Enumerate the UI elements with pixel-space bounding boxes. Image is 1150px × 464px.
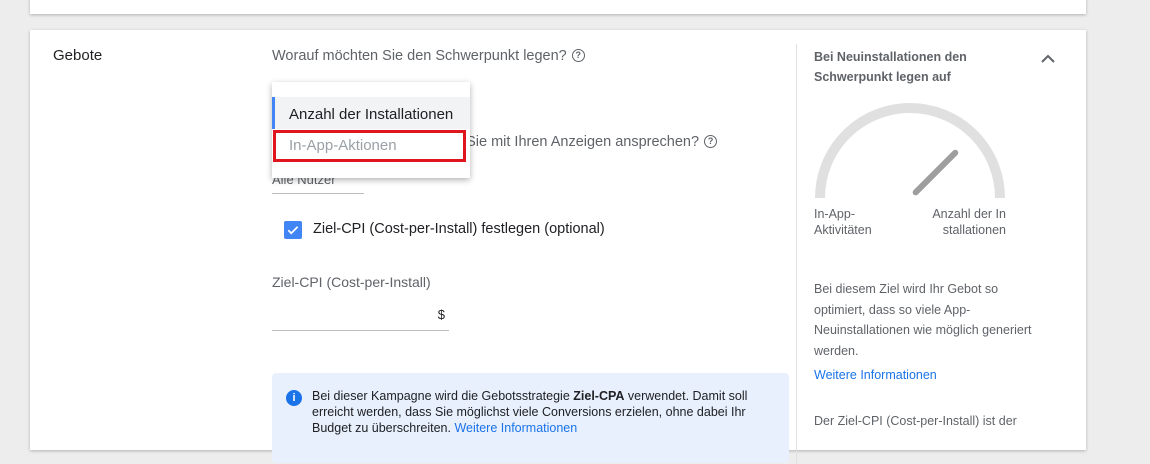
focus-question: Worauf möchten Sie den Schwerpunkt legen… — [272, 48, 585, 64]
target-cpi-checkbox-label[interactable]: Ziel-CPI (Cost-per-Install) festlegen (o… — [313, 221, 605, 237]
info-icon: i — [286, 390, 302, 406]
info-learn-more-link[interactable]: Weitere Informationen — [454, 421, 577, 435]
gauge-needle — [912, 149, 959, 196]
focus-gauge — [815, 103, 1005, 199]
info-text-before: Bei dieser Kampagne wird die Gebotsstrat… — [312, 389, 574, 403]
panel-description: Bei diesem Ziel wird Ihr Gebot so optimi… — [814, 282, 1032, 358]
gauge-left-label: In-App-Aktivitäten — [814, 207, 872, 237]
gauge-right-label: Anzahl der Installationen — [932, 207, 1006, 237]
chevron-up-icon[interactable] — [1040, 52, 1056, 70]
info-box: i Bei dieser Kampagne wird die Gebotsstr… — [272, 373, 789, 463]
panel-title: Bei Neuinstallationen den Schwerpunkt le… — [814, 50, 967, 84]
previous-card — [30, 0, 1086, 14]
highlight-box — [273, 130, 466, 162]
target-cpi-checkbox[interactable] — [284, 221, 302, 239]
check-icon — [287, 226, 299, 235]
users-question-text: n Sie mit Ihren Anzeigen ansprechen? — [454, 134, 700, 150]
info-text: Bei dieser Kampagne wird die Gebotsstrat… — [312, 388, 772, 436]
help-icon[interactable]: ? — [704, 135, 718, 148]
info-text-bold: Ziel-CPA — [573, 389, 625, 403]
currency-symbol: $ — [437, 307, 445, 322]
target-cpi-label: Ziel-CPI (Cost-per-Install) — [272, 274, 431, 290]
gauge-arc — [815, 103, 1005, 199]
panel-learn-more-link[interactable]: Weitere Informationen — [814, 368, 937, 382]
bidding-card: Gebote Worauf möchten Sie den Schwerpunk… — [30, 30, 1086, 464]
help-icon[interactable]: ? — [571, 49, 585, 62]
target-cpi-input[interactable]: $ — [272, 300, 449, 331]
panel-divider — [796, 44, 797, 464]
users-question: n Sie mit Ihren Anzeigen ansprechen?? — [454, 134, 718, 150]
dropdown-option-installs[interactable]: Anzahl der Installationen — [272, 97, 470, 129]
focus-question-text: Worauf möchten Sie den Schwerpunkt legen… — [272, 48, 567, 64]
section-title: Gebote — [53, 47, 103, 64]
panel-description-2: Der Ziel-CPI (Cost-per-Install) ist der — [814, 414, 1017, 428]
